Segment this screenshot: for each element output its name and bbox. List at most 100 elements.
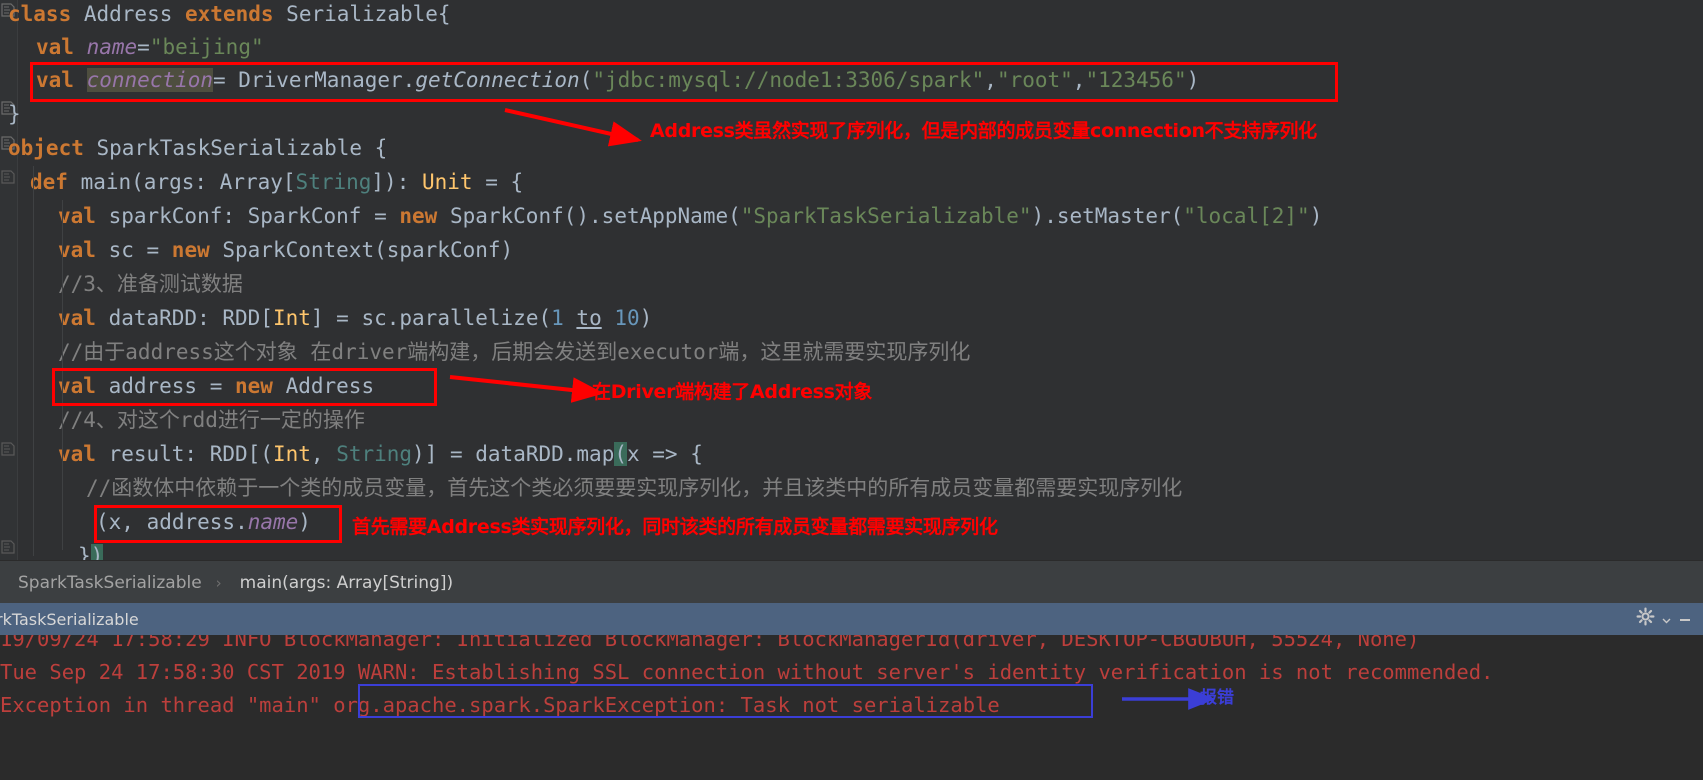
code-token: val [36,35,87,59]
code-line[interactable]: //4、对这个rdd进行一定的操作 [0,404,1703,438]
code-token: //4、对这个rdd进行一定的操作 [58,408,365,432]
code-token: new [235,374,286,398]
code-token: = { [472,170,524,194]
code-token: object [8,136,97,160]
code-token: = DriverManager. [213,68,416,92]
code-token: new [171,238,223,262]
code-token: def [30,170,81,194]
indent-guide-2 [62,200,63,550]
code-line[interactable]: val name="beijing" [0,31,1703,65]
code-token: address = [108,374,236,398]
code-line[interactable]: val sc = new SparkContext(sparkConf) [0,234,1703,268]
code-token: "jdbc:mysql://node1:3306/spark" [592,68,985,92]
code-token: ( [614,442,627,466]
code-token: //由于address这个对象 在driver端构建，后期会发送到executo… [58,340,971,364]
code-token: String [336,442,413,466]
console-line-prefix: Exception in thread "main" [0,693,334,717]
code-token: Address [83,2,186,26]
code-line[interactable]: //函数体中依赖于一个类的成员变量，首先这个类必须要要实现序列化，并且该类中的所… [0,472,1703,506]
code-token: ).setMaster( [1031,204,1184,228]
code-token: 10 [614,306,640,330]
code-token: ) [1309,204,1323,228]
code-line[interactable]: //由于address这个对象 在driver端构建，后期会发送到executo… [0,336,1703,370]
code-token: ) [90,544,104,560]
code-token: ) [1186,68,1200,92]
code-line[interactable]: val sparkConf: SparkConf = new SparkConf… [0,200,1703,234]
code-token: ) [298,510,311,534]
code-line[interactable]: }) [0,540,1703,560]
code-token: } [78,544,91,560]
annotation-label-2: 在Driver端构建了Address对象 [592,381,873,403]
console-line[interactable]: 19/09/24 17:58:29 INFO BlockManager: Ini… [0,635,1703,656]
console-line[interactable]: Exception in thread "main" org.apache.sp… [0,689,1703,722]
code-token: SparkConf().setAppName( [449,204,741,228]
code-token: main [80,170,132,194]
code-token: , [310,442,337,466]
console-tab-bar[interactable]: rkTaskSerializable [0,603,1703,635]
code-token: result: RDD[( [108,442,273,466]
code-line[interactable]: //3、准备测试数据 [0,268,1703,302]
code-token: Address [285,374,375,398]
code-token: [ [282,170,296,194]
code-token: dataRDD: RDD[ [108,306,273,330]
code-token: extends [185,2,287,26]
code-token: val [58,306,109,330]
code-token: sc = [108,238,172,262]
code-text[interactable]: class Address extends Serializable{val n… [0,0,1703,560]
code-token: name [86,35,138,59]
minimize-icon[interactable] [1677,609,1693,629]
code-line[interactable]: def main(args: Array[String]): Unit = { [0,166,1703,200]
code-token: to [576,306,602,330]
gear-icon[interactable] [1636,607,1656,631]
code-token: , [984,68,997,92]
breadcrumb[interactable]: SparkTaskSerializable › main(args: Array… [0,560,1703,604]
code-token: name [247,510,299,534]
console-output[interactable]: 19/09/24 17:58:29 INFO BlockManager: Ini… [0,635,1703,780]
console-line[interactable]: Tue Sep 24 17:58:30 CST 2019 WARN: Estab… [0,656,1703,689]
code-token: SparkContext(sparkConf) [222,238,514,262]
indent-guide [33,166,34,556]
chevron-down-icon[interactable] [1662,610,1671,629]
code-token: val [36,68,87,92]
code-token: "SparkTaskSerializable" [740,204,1032,228]
code-token: ] = sc.parallelize( [310,306,552,330]
breadcrumb-item-method[interactable]: main(args: Array[String]) [240,573,453,593]
code-token: "beijing" [149,35,264,59]
code-token: ) [639,306,653,330]
code-token: } [8,102,21,126]
code-token: Array [219,170,283,194]
code-token: val [58,238,109,262]
breadcrumb-item-class[interactable]: SparkTaskSerializable [18,573,202,593]
code-token: SparkTaskSerializable { [96,136,388,160]
code-token: connection [86,68,214,92]
code-line[interactable]: val connection= DriverManager.getConnect… [0,64,1703,98]
code-token: val [58,442,109,466]
code-token: //3、准备测试数据 [58,272,243,296]
code-token: ]): [371,170,422,194]
console-exception-text: org.apache.spark.SparkException: Task no… [333,693,1000,717]
code-line[interactable]: val dataRDD: RDD[Int] = sc.parallelize(1… [0,302,1703,336]
code-token: Serializable{ [286,2,451,26]
code-token: Int [272,442,311,466]
annotation-label-3: 首先需要Address类实现序列化，同时该类的所有成员变量都需要实现序列化 [352,516,998,538]
code-token: = [137,35,150,59]
code-token: getConnection [415,68,580,92]
code-editor[interactable]: class Address extends Serializable{val n… [0,0,1703,560]
code-token: Unit [421,170,473,194]
code-token: , [1072,68,1086,92]
code-token: String [295,170,372,194]
code-line[interactable]: val result: RDD[(Int, String)] = dataRDD… [0,438,1703,472]
run-console-panel: rkTaskSerializable 19/09/24 17:58:29 INF… [0,603,1703,780]
code-token: x => { [627,442,703,466]
console-tab-label[interactable]: rkTaskSerializable [0,610,139,629]
code-token: ( [579,68,593,92]
ide-window: class Address extends Serializable{val n… [0,0,1703,780]
code-token: "root" [996,68,1073,92]
code-line[interactable]: class Address extends Serializable{ [0,0,1703,32]
code-token: 1 [551,306,564,330]
code-token: "local[2]" [1183,204,1310,228]
code-token: )] = dataRDD.map [412,442,615,466]
breadcrumb-separator: › [215,573,222,592]
